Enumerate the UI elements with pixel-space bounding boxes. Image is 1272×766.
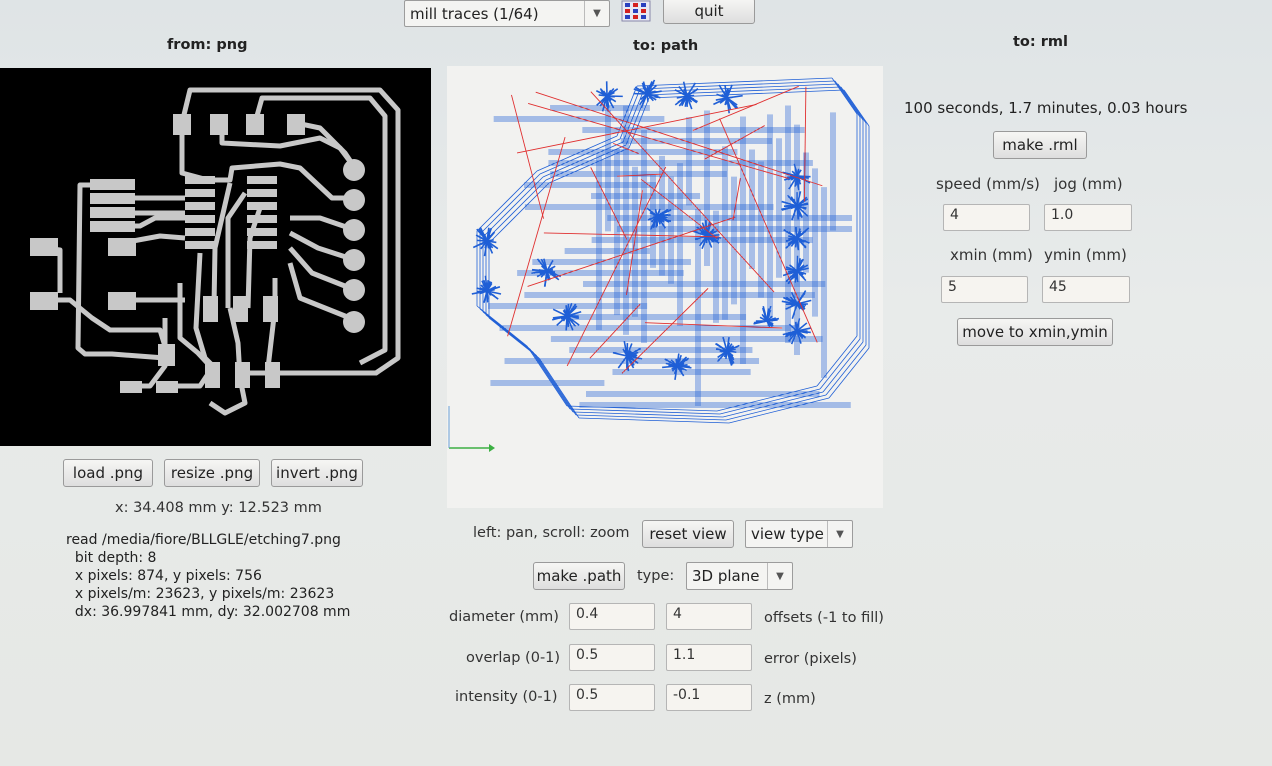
z-field[interactable]: -0.1 <box>666 684 752 711</box>
toolpath-segment <box>529 348 571 410</box>
toolpath-segment <box>485 179 547 241</box>
cursor-coords: x: 34.408 mm y: 12.523 mm <box>115 500 322 516</box>
error-label: error (pixels) <box>764 651 857 667</box>
error-field[interactable]: 1.1 <box>666 644 752 671</box>
offsets-label: offsets (-1 to fill) <box>764 610 884 626</box>
toolpath-segment <box>617 355 628 369</box>
path-view[interactable] <box>447 66 883 508</box>
mode-select-value: mill traces (1/64) <box>410 4 539 23</box>
reset-view-button[interactable]: reset view <box>642 520 734 548</box>
info-line: x pixels: 874, y pixels: 756 <box>66 568 262 584</box>
toolpath-segment <box>825 344 867 396</box>
toolpath-segment <box>527 216 736 287</box>
toolpath-segment <box>486 290 489 300</box>
toolpath-segment <box>538 357 580 419</box>
toolpath-segment <box>726 94 743 99</box>
info-line: bit depth: 8 <box>66 550 157 566</box>
toolpath-segment <box>828 347 870 399</box>
toolpath-segment <box>511 94 544 219</box>
toolpath-segment <box>834 80 861 118</box>
time-estimate: 100 seconds, 1.7 minutes, 0.03 hours <box>904 99 1188 117</box>
toolpath-lines <box>471 77 870 424</box>
ymin-label: ymin (mm) <box>1044 246 1127 264</box>
from-png-header: from: png <box>167 37 248 53</box>
diameter-label: diameter (mm) <box>449 609 559 625</box>
ymin-field[interactable]: 45 <box>1042 276 1130 303</box>
info-line: x pixels/m: 23623, y pixels/m: 23623 <box>66 586 335 602</box>
toolpath-segment <box>796 324 799 332</box>
offsets-field[interactable]: 4 <box>666 603 752 630</box>
toolpath-segment <box>675 358 678 367</box>
pcb-traces-image <box>30 87 401 416</box>
toolpath-segment <box>837 83 864 121</box>
jog-label: jog (mm) <box>1054 175 1123 193</box>
x-axis-arrow-icon <box>489 444 495 452</box>
toolpath-segment <box>840 86 867 124</box>
xmin-label: xmin (mm) <box>950 246 1033 264</box>
xmin-field[interactable]: 5 <box>941 276 1028 303</box>
view-type-select[interactable]: view type ▼ <box>745 520 853 548</box>
load-png-button[interactable]: load .png <box>63 459 153 487</box>
type-select-value: 3D plane <box>692 567 760 585</box>
move-to-xmin-ymin-button[interactable]: move to xmin,ymin <box>957 318 1113 346</box>
toolpath-segment <box>692 85 799 131</box>
chevron-down-icon: ▼ <box>767 563 792 589</box>
toolpath-segment <box>485 314 537 356</box>
speed-field[interactable]: 4 <box>943 204 1030 231</box>
toolpath-segment <box>482 311 534 353</box>
z-label: z (mm) <box>764 691 816 707</box>
invert-png-button[interactable]: invert .png <box>271 459 363 487</box>
toolpath-segment <box>726 88 729 99</box>
toolpath-segment <box>476 170 538 232</box>
chevron-down-icon: ▼ <box>584 1 609 26</box>
toolpath-segment <box>719 388 821 415</box>
toolpath-segment <box>488 182 550 244</box>
toolpath-canvas <box>448 77 870 452</box>
toolpath-segment <box>644 322 783 329</box>
toolpath-segment <box>843 89 870 127</box>
to-path-header: to: path <box>633 38 699 54</box>
toolpath-segment <box>488 317 540 359</box>
resize-png-button[interactable]: resize .png <box>164 459 260 487</box>
toolpath-segment <box>787 270 798 273</box>
view-type-value: view type <box>751 525 824 543</box>
make-rml-button[interactable]: make .rml <box>993 131 1087 159</box>
type-label: type: <box>637 568 675 584</box>
toolpath-segment <box>572 411 724 418</box>
toolpath-segment <box>479 308 531 350</box>
quit-button[interactable]: quit <box>663 0 755 24</box>
chevron-down-icon: ▼ <box>827 521 852 547</box>
overlap-label: overlap (0-1) <box>466 650 561 666</box>
toolpath-segment <box>590 167 628 240</box>
grid-icon[interactable] <box>621 0 651 22</box>
intensity-label: intensity (0-1) <box>455 689 558 705</box>
toolpath-segment <box>822 341 864 393</box>
toolpath-segment <box>606 95 614 98</box>
toolpath-segment <box>578 417 730 424</box>
info-line: dx: 36.997841 mm, dy: 32.002708 mm <box>66 604 351 620</box>
toolpath-segment <box>575 414 727 421</box>
jog-field[interactable]: 1.0 <box>1044 204 1132 231</box>
view-hint: left: pan, scroll: zoom <box>473 525 630 541</box>
toolpath-segment <box>507 137 566 337</box>
toolpath-segment <box>816 335 858 387</box>
toolpath-segment <box>516 104 757 154</box>
intensity-field[interactable]: 0.5 <box>569 684 655 711</box>
overlap-field[interactable]: 0.5 <box>569 644 655 671</box>
png-preview[interactable] <box>0 68 431 446</box>
info-line: read /media/fiore/BLLGLE/etching7.png <box>66 532 341 548</box>
type-select[interactable]: 3D plane ▼ <box>686 562 793 590</box>
toolpath-segment <box>728 397 830 424</box>
diameter-field[interactable]: 0.4 <box>569 603 655 630</box>
toolpath-segment <box>569 408 721 415</box>
toolpath-segment <box>725 394 827 421</box>
to-rml-header: to: rml <box>1013 34 1068 50</box>
make-path-button[interactable]: make .path <box>533 562 625 590</box>
toolpath-segment <box>831 77 858 115</box>
mode-select[interactable]: mill traces (1/64) ▼ <box>404 0 610 27</box>
speed-label: speed (mm/s) <box>936 175 1040 193</box>
toolpath-segment <box>626 190 643 295</box>
toolpath-segment <box>526 345 568 407</box>
toolpath-segment <box>796 270 799 283</box>
